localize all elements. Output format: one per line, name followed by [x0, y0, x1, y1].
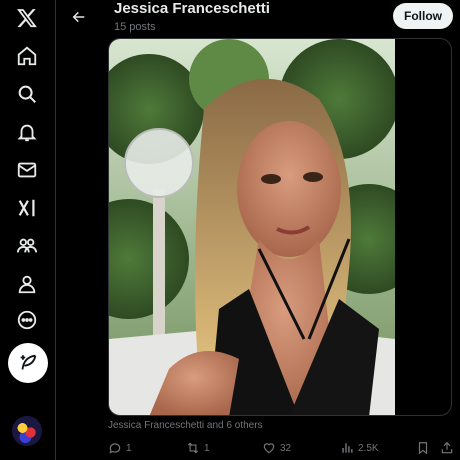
grok-icon[interactable]: [13, 194, 41, 222]
share-button[interactable]: [440, 440, 458, 456]
repost-icon: [187, 442, 199, 454]
repost-count: 1: [204, 442, 210, 454]
follow-button[interactable]: Follow: [393, 3, 453, 29]
bell-icon[interactable]: [13, 118, 41, 146]
more-icon[interactable]: [13, 306, 41, 334]
posts-count: 15 posts: [114, 21, 156, 33]
reply-count: 1: [126, 442, 132, 454]
post-actions: 1 1 32 2.5K: [108, 440, 456, 456]
analytics-icon: [342, 443, 353, 453]
compose-button[interactable]: [8, 343, 48, 383]
tagged-users[interactable]: Jessica Franceschetti and 6 others: [108, 420, 263, 431]
arrow-left-icon: [72, 11, 85, 23]
like-count: 32: [280, 442, 292, 454]
views-button[interactable]: 2.5K: [340, 440, 379, 456]
compose-icon: [20, 354, 37, 370]
media-card[interactable]: [108, 38, 452, 416]
share-icon: [441, 441, 453, 454]
back-button[interactable]: [68, 6, 90, 28]
search-icon[interactable]: [13, 80, 41, 108]
views-count: 2.5K: [358, 442, 379, 454]
bookmark-icon: [418, 442, 428, 455]
bookmark-button[interactable]: [416, 440, 434, 456]
heart-icon: [263, 443, 275, 454]
avatar[interactable]: [12, 416, 42, 446]
reply-button[interactable]: 1: [108, 440, 132, 456]
x-logo-icon[interactable]: [13, 4, 41, 32]
reply-icon: [109, 443, 121, 454]
profile-icon[interactable]: [13, 270, 41, 298]
like-button[interactable]: 32: [262, 440, 291, 456]
repost-button[interactable]: 1: [186, 440, 210, 456]
post-photo[interactable]: [109, 39, 395, 415]
mail-icon[interactable]: [13, 156, 41, 184]
profile-name: Jessica Franceschetti: [114, 0, 270, 17]
communities-icon[interactable]: [13, 232, 41, 260]
sidebar: [0, 0, 56, 460]
home-icon[interactable]: [13, 42, 41, 70]
